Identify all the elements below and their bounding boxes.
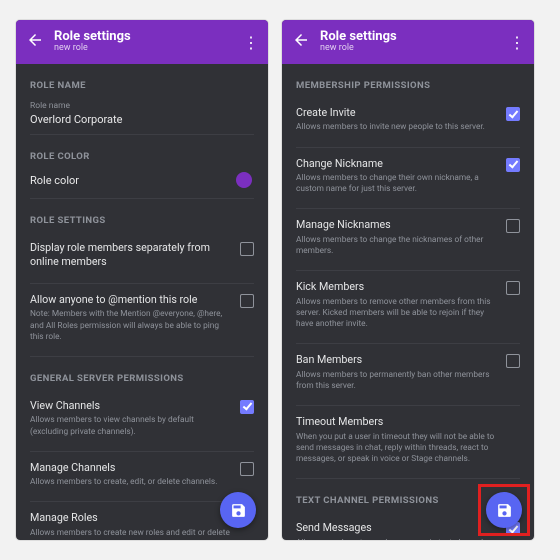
send-messages-desc: Allows members to send messages in text … — [296, 538, 498, 541]
appbar-subtitle: new role — [54, 44, 242, 54]
phone-right: Role settings new role ⋮ MEMBERSHIP PERM… — [282, 20, 534, 540]
create-invite-row[interactable]: Create Invite Allows members to invite n… — [296, 97, 520, 143]
kick-members-desc: Allows members to remove other members f… — [296, 297, 498, 331]
role-color-label: Role color — [30, 174, 236, 187]
role-color-row[interactable]: Role color — [30, 172, 254, 194]
manage-channels-row[interactable]: Manage Channels Allows members to create… — [30, 452, 254, 498]
ban-members-desc: Allows members to permanently ban other … — [296, 370, 498, 392]
change-nickname-title: Change Nickname — [296, 157, 498, 171]
view-channels-desc: Allows members to view channels by defau… — [30, 415, 232, 437]
manage-channels-title: Manage Channels — [30, 461, 232, 475]
save-icon — [230, 502, 247, 519]
role-name-field[interactable]: Overlord Corporate — [30, 113, 254, 130]
appbar: Role settings new role ⋮ — [16, 20, 268, 64]
appbar: Role settings new role ⋮ — [282, 20, 534, 64]
allow-mention-desc: Note: Members with the Mention @everyone… — [30, 309, 232, 343]
kick-members-title: Kick Members — [296, 280, 498, 294]
scroll-area: MEMBERSHIP PERMISSIONS Create Invite All… — [282, 64, 534, 540]
kick-members-checkbox[interactable] — [506, 281, 520, 295]
section-role-color: ROLE COLOR — [30, 151, 254, 162]
timeout-members-desc: When you put a user in timeout they will… — [296, 432, 512, 466]
section-membership-perms: MEMBERSHIP PERMISSIONS — [296, 80, 520, 91]
save-fab[interactable] — [486, 492, 522, 528]
timeout-members-title: Timeout Members — [296, 415, 512, 429]
section-role-settings: ROLE SETTINGS — [30, 215, 254, 226]
save-icon — [496, 502, 513, 519]
manage-roles-desc: Allows members to create new roles and e… — [30, 528, 246, 540]
change-nickname-desc: Allows members to change their own nickn… — [296, 173, 498, 195]
back-button[interactable] — [26, 31, 48, 54]
change-nickname-checkbox[interactable] — [506, 158, 520, 172]
divider — [30, 134, 254, 135]
color-swatch — [236, 172, 252, 188]
appbar-title: Role settings — [320, 30, 508, 44]
send-messages-title: Send Messages — [296, 521, 498, 535]
change-nickname-row[interactable]: Change Nickname Allows members to change… — [296, 148, 520, 205]
manage-nicknames-row[interactable]: Manage Nicknames Allows members to chang… — [296, 209, 520, 266]
manage-nicknames-title: Manage Nicknames — [296, 218, 498, 232]
divider — [30, 198, 254, 199]
overflow-menu-button[interactable]: ⋮ — [242, 33, 258, 52]
manage-roles-title: Manage Roles — [30, 511, 246, 525]
allow-mention-checkbox[interactable] — [240, 294, 254, 308]
ban-members-title: Ban Members — [296, 353, 498, 367]
timeout-members-row[interactable]: Timeout Members When you put a user in t… — [296, 406, 520, 474]
overflow-menu-button[interactable]: ⋮ — [508, 33, 524, 52]
manage-channels-checkbox[interactable] — [240, 462, 254, 476]
manage-channels-desc: Allows members to create, edit, or delet… — [30, 477, 232, 488]
create-invite-desc: Allows members to invite new people to t… — [296, 122, 498, 133]
section-general-perms: GENERAL SERVER PERMISSIONS — [30, 373, 254, 384]
allow-mention-row[interactable]: Allow anyone to @mention this role Note:… — [30, 284, 254, 352]
divider — [296, 478, 520, 479]
kick-members-row[interactable]: Kick Members Allows members to remove ot… — [296, 271, 520, 339]
back-button[interactable] — [292, 31, 314, 54]
phone-left: Role settings new role ⋮ ROLE NAME Role … — [16, 20, 268, 540]
appbar-subtitle: new role — [320, 44, 508, 54]
role-name-label: Role name — [30, 101, 254, 111]
create-invite-title: Create Invite — [296, 106, 498, 120]
manage-nicknames-checkbox[interactable] — [506, 219, 520, 233]
divider — [30, 356, 254, 357]
manage-nicknames-desc: Allows members to change the nicknames o… — [296, 235, 498, 257]
view-channels-checkbox[interactable] — [240, 400, 254, 414]
display-separately-title: Display role members separately from onl… — [30, 241, 232, 270]
scroll-area: ROLE NAME Role name Overlord Corporate R… — [16, 64, 268, 540]
display-separately-row[interactable]: Display role members separately from onl… — [30, 232, 254, 279]
appbar-title: Role settings — [54, 30, 242, 44]
ban-members-row[interactable]: Ban Members Allows members to permanentl… — [296, 344, 520, 401]
create-invite-checkbox[interactable] — [506, 107, 520, 121]
view-channels-title: View Channels — [30, 399, 232, 413]
save-fab[interactable] — [220, 492, 256, 528]
view-channels-row[interactable]: View Channels Allows members to view cha… — [30, 390, 254, 447]
section-role-name: ROLE NAME — [30, 80, 254, 91]
display-separately-checkbox[interactable] — [240, 242, 254, 256]
ban-members-checkbox[interactable] — [506, 354, 520, 368]
allow-mention-title: Allow anyone to @mention this role — [30, 293, 232, 307]
